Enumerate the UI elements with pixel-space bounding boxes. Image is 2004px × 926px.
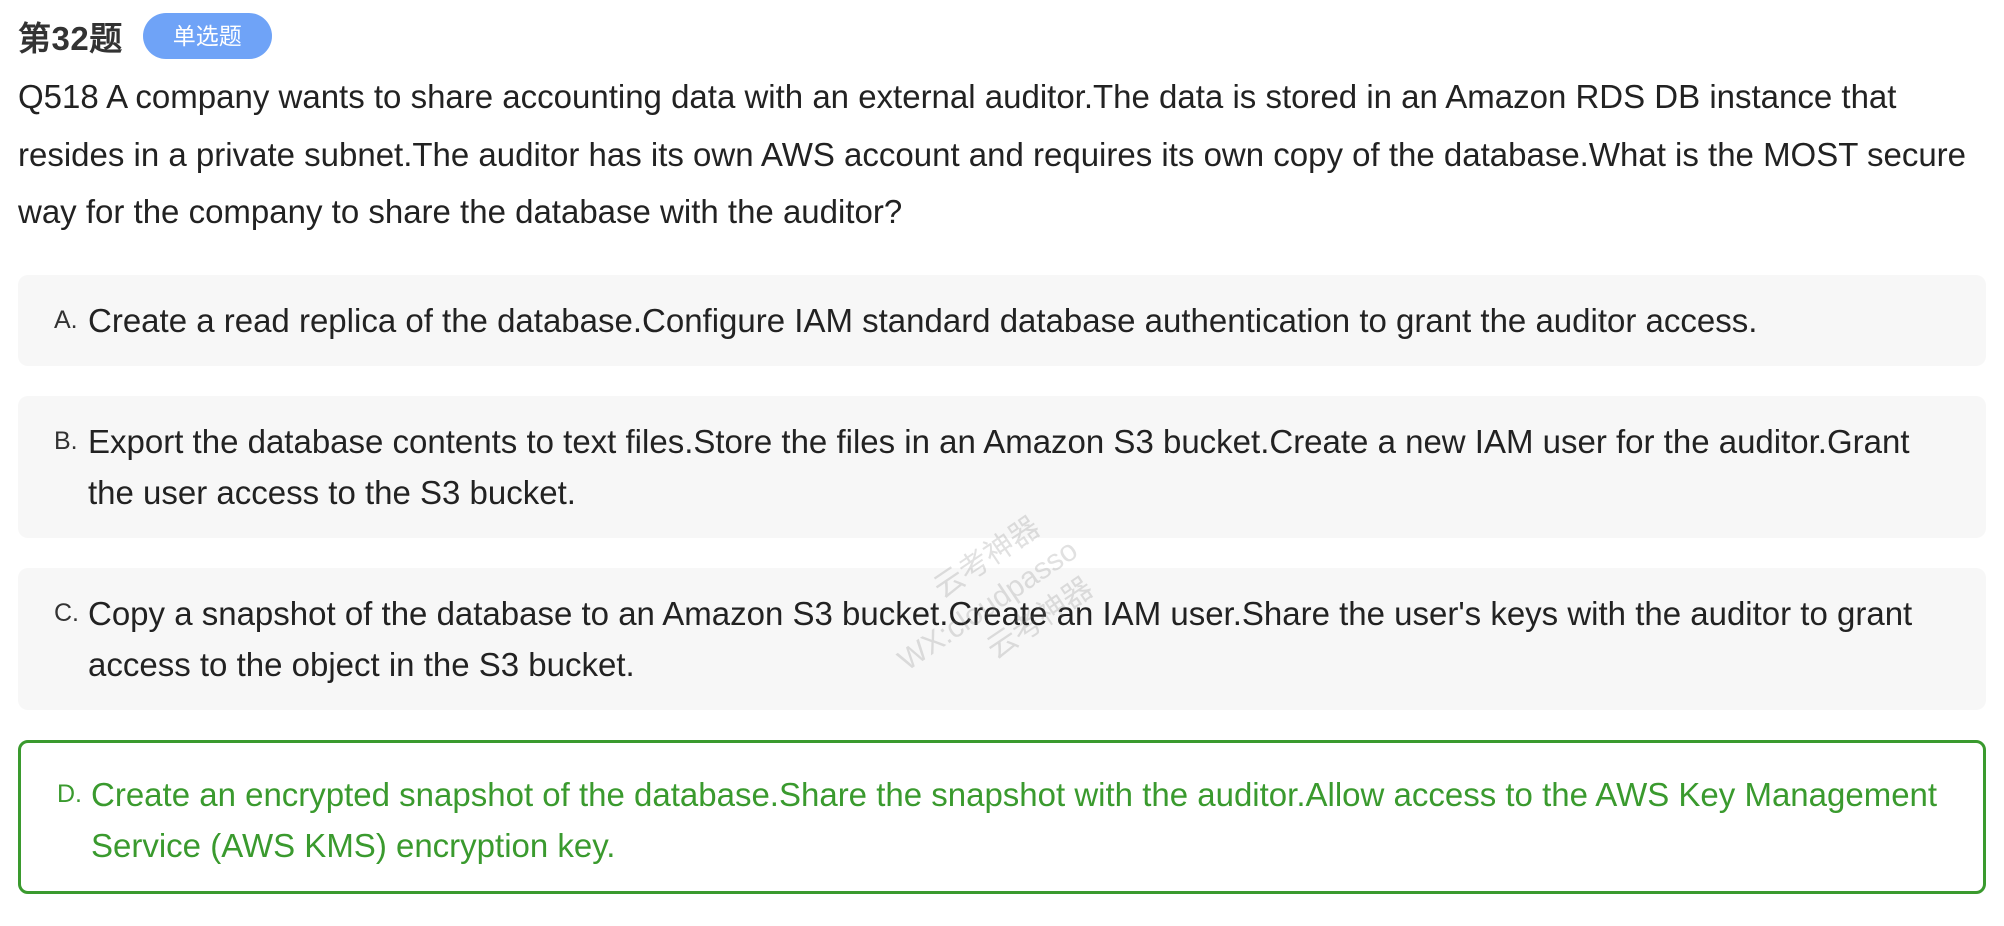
option-c[interactable]: C. Copy a snapshot of the database to an… bbox=[18, 567, 1986, 710]
option-b[interactable]: B. Export the database contents to text … bbox=[18, 395, 1986, 538]
option-text: Copy a snapshot of the database to an Am… bbox=[88, 594, 1913, 683]
question-number: 第32题 bbox=[18, 20, 123, 57]
question-page: 第32题 单选题 Q518 A company wants to share a… bbox=[0, 0, 2004, 926]
option-d-correct[interactable]: D. Create an encrypted snapshot of the d… bbox=[18, 739, 1986, 894]
option-text: Create an encrypted snapshot of the data… bbox=[91, 775, 1938, 864]
question-type-badge: 单选题 bbox=[142, 13, 272, 59]
question-text: Q518 A company wants to share accounting… bbox=[18, 78, 1967, 230]
option-letter: A. bbox=[54, 305, 78, 334]
option-text: Create a read replica of the database.Co… bbox=[88, 301, 1758, 339]
option-letter: C. bbox=[54, 598, 79, 627]
option-a[interactable]: A. Create a read replica of the database… bbox=[18, 274, 1986, 366]
question-header: 第32题 单选题 bbox=[18, 12, 1986, 60]
option-letter: B. bbox=[54, 426, 78, 455]
option-letter: D. bbox=[57, 779, 82, 808]
option-text: Export the database contents to text fil… bbox=[88, 422, 1910, 511]
options-list: A. Create a read replica of the database… bbox=[18, 274, 1986, 894]
